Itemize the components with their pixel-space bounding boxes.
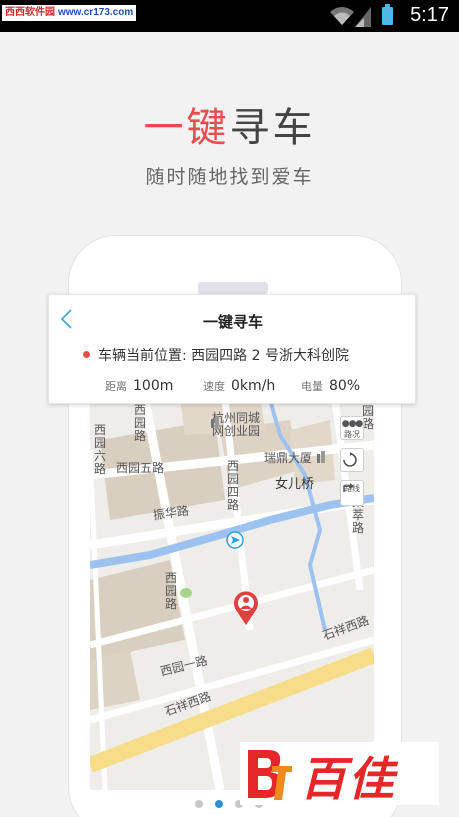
my-location-icon[interactable] bbox=[226, 531, 244, 549]
car-location-row: 车辆当前位置: 西园四路 2 号浙大科创院 bbox=[83, 345, 349, 365]
distance-label: 距离 bbox=[105, 380, 127, 393]
distance-stat: 距离 100m bbox=[105, 375, 173, 394]
location-dot-icon bbox=[83, 351, 90, 358]
pager-dot[interactable] bbox=[195, 800, 203, 808]
distance-value: 100m bbox=[133, 378, 174, 394]
map-label: 杭州同城 网创业园 bbox=[212, 411, 261, 438]
map-label: 西园路 bbox=[134, 403, 147, 443]
pager-dot-active[interactable] bbox=[215, 800, 223, 808]
location-label: 车辆当前位置: bbox=[98, 348, 187, 364]
brand-watermark: 百佳 bbox=[240, 742, 439, 806]
map-label: 女儿桥 bbox=[275, 477, 315, 492]
car-location-pin-icon[interactable] bbox=[232, 590, 260, 626]
site-watermark: 西西软件园 www.cr173.com bbox=[2, 5, 137, 21]
battery-icon bbox=[382, 4, 393, 25]
battery-stat: 电量 80% bbox=[301, 375, 360, 394]
brand-logo-icon bbox=[248, 750, 292, 800]
watermark-text: 百佳 bbox=[300, 752, 396, 806]
traffic-button[interactable]: ●●● 路况 bbox=[340, 416, 364, 440]
map-label: 西园六路 bbox=[94, 423, 107, 476]
map-label: 西园四路 bbox=[227, 459, 240, 512]
map-park bbox=[180, 588, 192, 598]
map-label: 西园路 bbox=[165, 571, 178, 611]
wifi-icon bbox=[330, 7, 354, 25]
route-button[interactable]: 路线 bbox=[340, 480, 364, 506]
clock: 5:17 bbox=[410, 4, 449, 26]
speed-value: 0km/h bbox=[231, 378, 276, 394]
title-rest: 寻车 bbox=[229, 105, 316, 151]
status-bar: 西西软件园 www.cr173.com 5:17 bbox=[0, 0, 459, 32]
watermark-cn: 西西软件园 bbox=[5, 7, 55, 18]
speed-stat: 速度 0km/h bbox=[203, 375, 275, 394]
speed-label: 速度 bbox=[203, 380, 225, 393]
map-label: 瑞鼎大厦 bbox=[264, 451, 313, 465]
signal-icon bbox=[355, 7, 371, 27]
title-accent: 一键 bbox=[143, 105, 230, 151]
battery-value: 80% bbox=[329, 378, 361, 394]
building-icon bbox=[211, 416, 219, 428]
watermark-url: www.cr173.com bbox=[58, 7, 134, 18]
traffic-icon: ●●● bbox=[341, 419, 364, 429]
building-icon bbox=[317, 451, 325, 463]
rotate-icon bbox=[343, 452, 357, 467]
page-subtitle: 随时随地找到爱车 bbox=[145, 166, 314, 188]
rotate-button[interactable] bbox=[340, 448, 364, 472]
location-value: 西园四路 2 号浙大科创院 bbox=[191, 348, 349, 364]
page-title: 一键寻车 bbox=[0, 95, 459, 153]
battery-label: 电量 bbox=[301, 380, 323, 393]
phone-speaker bbox=[198, 282, 268, 294]
car-info-card: 一键寻车 车辆当前位置: 西园四路 2 号浙大科创院 距离 100m 速度 0km/… bbox=[48, 294, 416, 404]
map-label: 西园五路 bbox=[116, 461, 165, 475]
traffic-label: 路况 bbox=[344, 430, 360, 439]
route-icon bbox=[343, 483, 354, 492]
card-title: 一键寻车 bbox=[202, 313, 263, 331]
